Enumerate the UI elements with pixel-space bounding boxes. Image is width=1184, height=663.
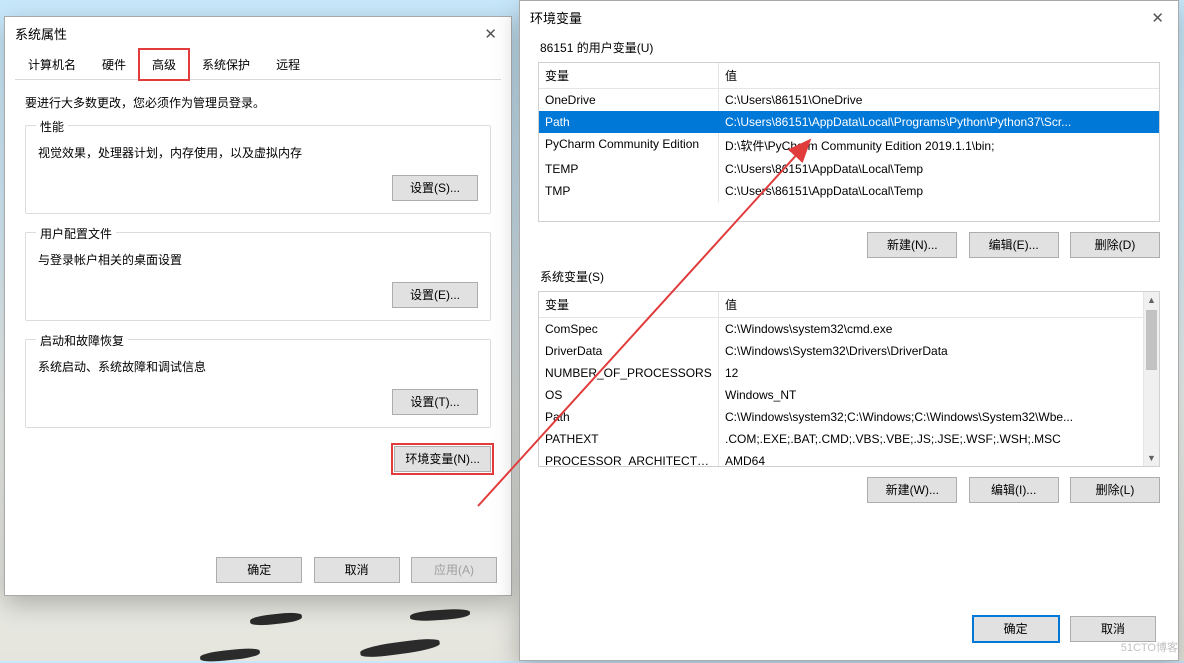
new-system-var-button[interactable]: 新建(W)... xyxy=(867,477,957,503)
intro-text: 要进行大多数更改，您必须作为管理员登录。 xyxy=(25,94,491,111)
user-vars-buttons: 新建(N)... 编辑(E)... 删除(D) xyxy=(538,232,1160,258)
environment-variables-button[interactable]: 环境变量(N)... xyxy=(394,446,491,472)
titlebar[interactable]: 环境变量 ✕ xyxy=(520,1,1178,33)
window-title: 系统属性 xyxy=(15,24,501,43)
var-name: Path xyxy=(539,111,719,133)
new-user-var-button[interactable]: 新建(N)... xyxy=(867,232,957,258)
scroll-thumb[interactable] xyxy=(1146,310,1157,370)
var-name: TEMP xyxy=(539,158,719,180)
var-value: Windows_NT xyxy=(719,384,1159,406)
col-value[interactable]: 值 xyxy=(719,63,1159,88)
var-name: DriverData xyxy=(539,340,719,362)
user-vars-label: 86151 的用户变量(U) xyxy=(540,39,1160,56)
var-value: .COM;.EXE;.BAT;.CMD;.VBS;.VBE;.JS;.JSE;.… xyxy=(719,428,1159,450)
scrollbar[interactable]: ▲ ▼ xyxy=(1143,292,1159,466)
table-row[interactable]: TEMPC:\Users\86151\AppData\Local\Temp xyxy=(539,158,1159,180)
user-vars-section: 86151 的用户变量(U) 变量 值 OneDriveC:\Users\861… xyxy=(538,39,1160,258)
var-value: C:\Windows\System32\Drivers\DriverData xyxy=(719,340,1159,362)
legend-startup: 启动和故障恢复 xyxy=(36,332,128,349)
userprofile-settings-button[interactable]: 设置(E)... xyxy=(392,282,478,308)
close-icon[interactable]: ✕ xyxy=(1151,9,1164,27)
table-row[interactable]: DriverDataC:\Windows\System32\Drivers\Dr… xyxy=(539,340,1159,362)
window-title: 环境变量 xyxy=(530,8,1168,27)
var-value: C:\Windows\system32\cmd.exe xyxy=(719,318,1159,340)
table-row[interactable]: PROCESSOR_ARCHITECTUREAMD64 xyxy=(539,450,1159,467)
dialog-buttons: 确定 取消 应用(A) xyxy=(208,557,497,583)
var-value: AMD64 xyxy=(719,450,1159,467)
tab-advanced[interactable]: 高级 xyxy=(139,49,189,80)
system-vars-table[interactable]: 变量 值 ComSpecC:\Windows\system32\cmd.exeD… xyxy=(538,291,1160,467)
table-row[interactable]: NUMBER_OF_PROCESSORS12 xyxy=(539,362,1159,384)
apply-button[interactable]: 应用(A) xyxy=(411,557,497,583)
tabs: 计算机名 硬件 高级 系统保护 远程 xyxy=(15,49,501,80)
table-header: 变量 值 xyxy=(539,63,1159,89)
environment-variables-window: 环境变量 ✕ 86151 的用户变量(U) 变量 值 OneDriveC:\Us… xyxy=(519,0,1179,661)
var-name: OneDrive xyxy=(539,89,719,111)
ok-button[interactable]: 确定 xyxy=(216,557,302,583)
var-name: TMP xyxy=(539,180,719,202)
delete-user-var-button[interactable]: 删除(D) xyxy=(1070,232,1160,258)
legend-performance: 性能 xyxy=(36,118,68,135)
watermark: 51CTO博客 xyxy=(1121,639,1178,655)
var-value: C:\Users\86151\AppData\Local\Temp xyxy=(719,180,1159,202)
tab-remote[interactable]: 远程 xyxy=(263,49,313,79)
table-row[interactable]: PyCharm Community EditionD:\软件\PyCharm C… xyxy=(539,133,1159,158)
scroll-down-icon[interactable]: ▼ xyxy=(1144,450,1159,466)
group-performance: 性能 视觉效果，处理器计划，内存使用，以及虚拟内存 设置(S)... xyxy=(25,125,491,214)
table-row[interactable]: PATHEXT.COM;.EXE;.BAT;.CMD;.VBS;.VBE;.JS… xyxy=(539,428,1159,450)
col-variable[interactable]: 变量 xyxy=(539,63,719,88)
edit-system-var-button[interactable]: 编辑(I)... xyxy=(969,477,1059,503)
table-row[interactable]: PathC:\Windows\system32;C:\Windows;C:\Wi… xyxy=(539,406,1159,428)
col-variable[interactable]: 变量 xyxy=(539,292,719,317)
titlebar[interactable]: 系统属性 ✕ xyxy=(5,17,511,49)
table-header: 变量 值 xyxy=(539,292,1159,318)
startup-desc: 系统启动、系统故障和调试信息 xyxy=(38,358,478,375)
var-value: C:\Users\86151\AppData\Local\Temp xyxy=(719,158,1159,180)
var-name: PyCharm Community Edition xyxy=(539,133,719,158)
performance-settings-button[interactable]: 设置(S)... xyxy=(392,175,478,201)
close-icon[interactable]: ✕ xyxy=(484,25,497,43)
tab-body: 要进行大多数更改，您必须作为管理员登录。 性能 视觉效果，处理器计划，内存使用，… xyxy=(5,80,511,482)
table-row[interactable]: OSWindows_NT xyxy=(539,384,1159,406)
system-properties-window: 系统属性 ✕ 计算机名 硬件 高级 系统保护 远程 要进行大多数更改，您必须作为… xyxy=(4,16,512,596)
startup-settings-button[interactable]: 设置(T)... xyxy=(392,389,478,415)
var-name: Path xyxy=(539,406,719,428)
table-row[interactable]: ComSpecC:\Windows\system32\cmd.exe xyxy=(539,318,1159,340)
delete-system-var-button[interactable]: 删除(L) xyxy=(1070,477,1160,503)
var-value: C:\Users\86151\OneDrive xyxy=(719,89,1159,111)
tab-system-protection[interactable]: 系统保护 xyxy=(189,49,263,79)
legend-userprofile: 用户配置文件 xyxy=(36,225,116,242)
cancel-button[interactable]: 取消 xyxy=(314,557,400,583)
var-name: NUMBER_OF_PROCESSORS xyxy=(539,362,719,384)
var-name: OS xyxy=(539,384,719,406)
table-row[interactable]: TMPC:\Users\86151\AppData\Local\Temp xyxy=(539,180,1159,202)
table-row[interactable]: PathC:\Users\86151\AppData\Local\Program… xyxy=(539,111,1159,133)
userprofile-desc: 与登录帐户相关的桌面设置 xyxy=(38,251,478,268)
system-vars-section: 系统变量(S) 变量 值 ComSpecC:\Windows\system32\… xyxy=(538,268,1160,503)
var-name: ComSpec xyxy=(539,318,719,340)
table-row[interactable]: OneDriveC:\Users\86151\OneDrive xyxy=(539,89,1159,111)
group-userprofile: 用户配置文件 与登录帐户相关的桌面设置 设置(E)... xyxy=(25,232,491,321)
col-value[interactable]: 值 xyxy=(719,292,1159,317)
user-vars-table[interactable]: 变量 值 OneDriveC:\Users\86151\OneDrivePath… xyxy=(538,62,1160,222)
var-name: PATHEXT xyxy=(539,428,719,450)
group-startup: 启动和故障恢复 系统启动、系统故障和调试信息 设置(T)... xyxy=(25,339,491,428)
system-vars-buttons: 新建(W)... 编辑(I)... 删除(L) xyxy=(538,477,1160,503)
performance-desc: 视觉效果，处理器计划，内存使用，以及虚拟内存 xyxy=(38,144,478,161)
var-value: C:\Users\86151\AppData\Local\Programs\Py… xyxy=(719,111,1159,133)
var-name: PROCESSOR_ARCHITECTURE xyxy=(539,450,719,467)
tab-computer-name[interactable]: 计算机名 xyxy=(15,49,89,79)
scroll-up-icon[interactable]: ▲ xyxy=(1144,292,1159,308)
tab-hardware[interactable]: 硬件 xyxy=(89,49,139,79)
edit-user-var-button[interactable]: 编辑(E)... xyxy=(969,232,1059,258)
var-value: C:\Windows\system32;C:\Windows;C:\Window… xyxy=(719,406,1159,428)
system-vars-label: 系统变量(S) xyxy=(540,268,1160,285)
var-value: 12 xyxy=(719,362,1159,384)
var-value: D:\软件\PyCharm Community Edition 2019.1.1… xyxy=(719,133,1159,158)
ok-button[interactable]: 确定 xyxy=(973,616,1059,642)
